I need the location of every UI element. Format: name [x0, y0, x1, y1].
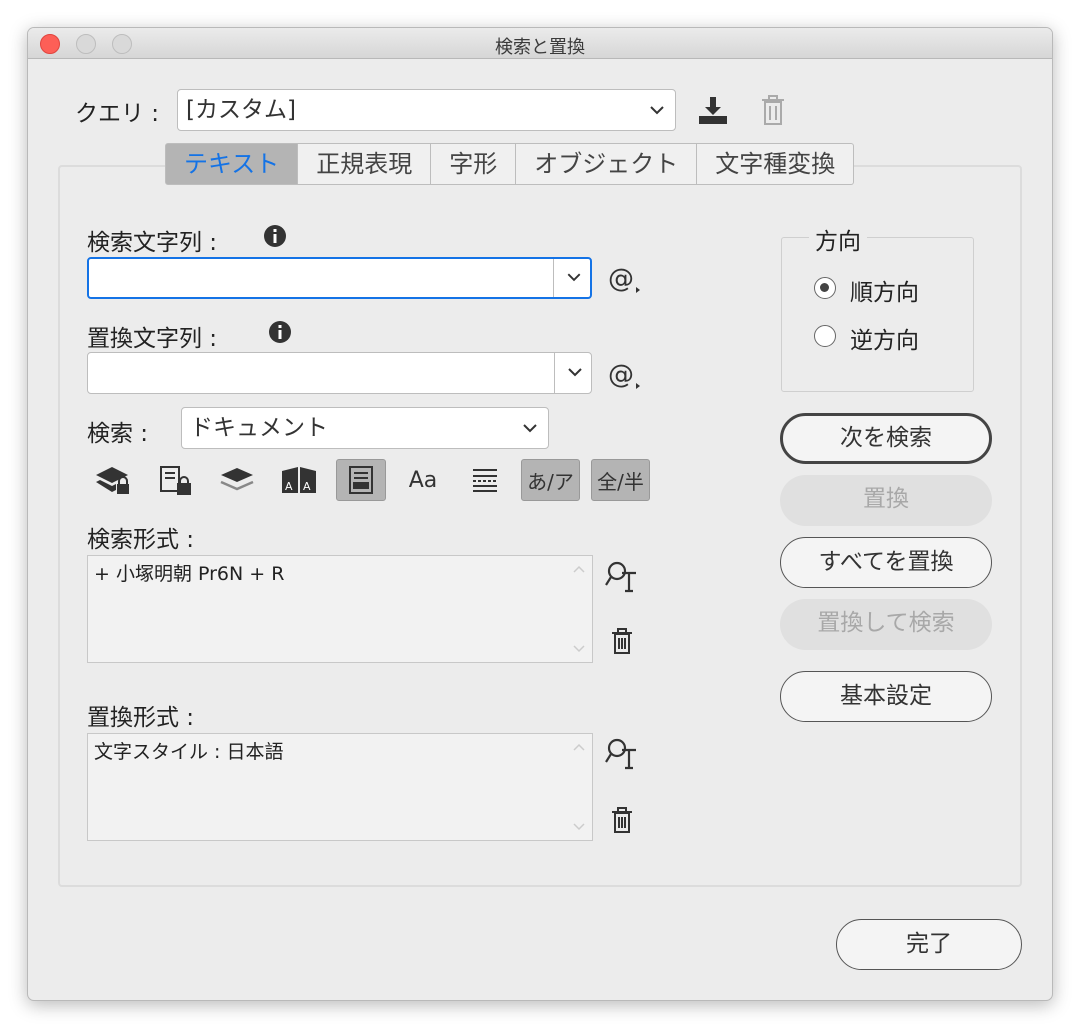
change-find-button[interactable]: 置換して検索	[780, 599, 992, 650]
include-footnotes-icon[interactable]	[336, 459, 386, 501]
chevron-down-icon	[523, 424, 537, 433]
chevron-down-icon[interactable]	[566, 259, 582, 297]
find-next-button[interactable]: 次を検索	[780, 413, 992, 464]
find-what-input[interactable]	[87, 257, 592, 299]
include-hidden-layers-icon[interactable]	[215, 459, 259, 501]
scroll-down-icon[interactable]	[572, 644, 586, 654]
direction-group	[781, 237, 974, 392]
search-scope-label: 検索 :	[87, 421, 149, 447]
change-to-input[interactable]	[87, 352, 592, 394]
change-all-button[interactable]: すべてを置換	[780, 537, 992, 588]
find-format-label: 検索形式 :	[87, 527, 195, 553]
find-change-dialog: 検索と置換 クエリ : [カスタム] テキスト 正規表現 字形 オブジェクト 文…	[27, 27, 1053, 1001]
find-what-label: 検索文字列 :	[87, 230, 218, 256]
include-locked-layers-icon[interactable]	[91, 459, 135, 501]
scroll-up-icon[interactable]	[572, 742, 586, 752]
scroll-down-icon[interactable]	[572, 822, 586, 832]
titlebar: 検索と置換	[28, 28, 1052, 59]
svg-text:A: A	[303, 480, 311, 493]
svg-text:A: A	[285, 480, 293, 493]
info-icon[interactable]	[257, 218, 293, 254]
whole-word-icon[interactable]	[463, 459, 507, 501]
tab-text[interactable]: テキスト	[165, 143, 299, 185]
chevron-down-icon[interactable]	[567, 353, 583, 393]
change-button[interactable]: 置換	[780, 475, 992, 526]
tab-glyph[interactable]: 字形	[431, 143, 517, 185]
specify-find-format-icon[interactable]	[604, 558, 640, 594]
width-sensitive-toggle[interactable]: 全/半	[591, 459, 650, 501]
search-scope-value: ドキュメント	[190, 415, 328, 441]
include-locked-stories-icon[interactable]	[153, 459, 197, 501]
change-format-label: 置換形式 :	[87, 705, 195, 731]
special-characters-change-icon[interactable]: @	[606, 357, 642, 393]
more-options-button[interactable]: 基本設定	[780, 671, 992, 722]
query-select[interactable]: [カスタム]	[177, 89, 676, 131]
radio-forward[interactable]	[814, 277, 836, 299]
change-format-value: 文字スタイル : 日本語	[94, 741, 284, 763]
clear-change-format-icon[interactable]	[604, 802, 640, 838]
clear-find-format-icon[interactable]	[604, 623, 640, 659]
special-characters-find-icon[interactable]: @	[606, 261, 642, 297]
window-title: 検索と置換	[495, 37, 585, 58]
scroll-up-icon[interactable]	[572, 564, 586, 574]
save-query-icon[interactable]	[695, 92, 731, 128]
specify-change-format-icon[interactable]	[604, 735, 640, 771]
include-master-pages-icon[interactable]: AA	[277, 459, 321, 501]
kana-sensitive-toggle[interactable]: あ/ア	[521, 459, 580, 501]
tab-grep[interactable]: 正規表現	[298, 143, 432, 185]
find-format-value: + 小塚明朝 Pr6N + R	[94, 563, 285, 585]
radio-backward[interactable]	[814, 325, 836, 347]
case-sensitive-icon[interactable]: Aa	[401, 459, 445, 501]
query-label: クエリ :	[75, 101, 160, 127]
backward-label[interactable]: 逆方向	[850, 321, 919, 355]
change-to-label: 置換文字列 :	[87, 326, 218, 352]
search-scope-select[interactable]: ドキュメント	[181, 407, 549, 449]
svg-text:@: @	[608, 360, 634, 390]
done-button[interactable]: 完了	[836, 919, 1022, 970]
forward-label[interactable]: 順方向	[850, 273, 919, 307]
find-format-box[interactable]: + 小塚明朝 Pr6N + R	[87, 555, 593, 663]
chevron-down-icon	[650, 106, 664, 115]
delete-query-icon[interactable]	[755, 92, 791, 128]
tab-transliterate[interactable]: 文字種変換	[697, 143, 855, 185]
info-icon[interactable]	[262, 314, 298, 350]
direction-label: 方向	[809, 222, 867, 256]
tab-object[interactable]: オブジェクト	[516, 143, 698, 185]
tab-bar: テキスト 正規表現 字形 オブジェクト 文字種変換	[165, 143, 855, 185]
change-format-box[interactable]: 文字スタイル : 日本語	[87, 733, 593, 841]
query-value: [カスタム]	[186, 97, 296, 123]
svg-text:@: @	[608, 264, 634, 294]
